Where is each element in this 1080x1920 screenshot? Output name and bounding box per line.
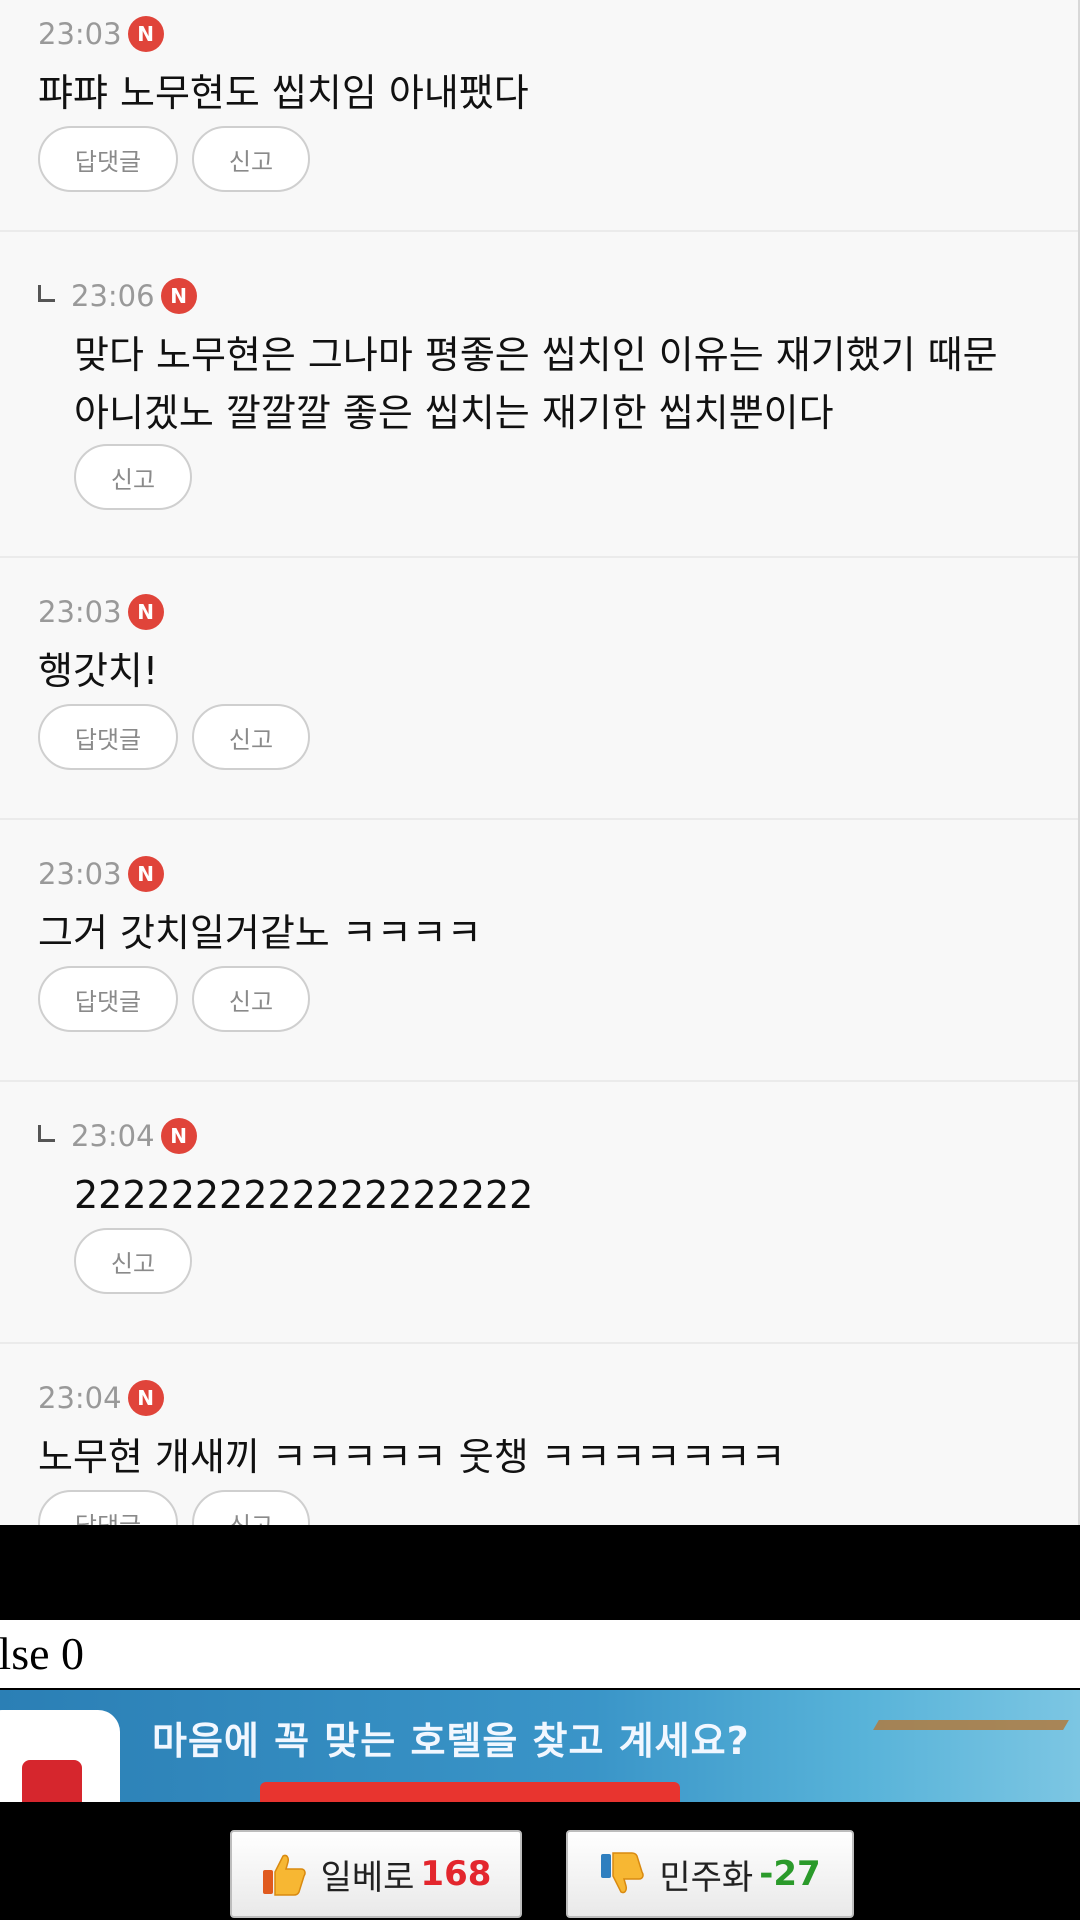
comment-item: 23:04 N 노무현 개새끼 ㅋㅋㅋㅋㅋ 웃챙 ㅋㅋㅋㅋㅋㅋㅋ 답댓글 신고 [0, 1344, 1078, 1525]
reply-button[interactable]: 답댓글 [38, 1490, 178, 1525]
comment-text: 퍄퍄 노무현도 씹치임 아내팼다 [38, 71, 529, 115]
comment-meta: 23:04 N [38, 1378, 164, 1418]
beach-chair-icon [821, 1720, 1069, 1802]
comment-time: 23:03 [38, 595, 122, 629]
downvote-button[interactable]: 민주화 -27 [566, 1830, 854, 1918]
comment-text: 노무현 개새끼 ㅋㅋㅋㅋㅋ 웃챙 ㅋㅋㅋㅋㅋㅋㅋ [38, 1435, 786, 1479]
upvote-label: 일베로 [320, 1857, 415, 1898]
new-badge: N [127, 16, 164, 52]
comment-time: 23:03 [38, 17, 122, 51]
comment-text: 2222222222222222222 [74, 1173, 534, 1217]
upvote-count: 168 [420, 1854, 492, 1894]
comment-actions: 답댓글 신고 [38, 704, 310, 770]
comment-time: 23:04 [38, 1381, 122, 1415]
report-button[interactable]: 신고 [192, 1490, 310, 1525]
vote-bar: 일베로 168 민주화 -27 [0, 1802, 1080, 1920]
comment-time: 23:03 [38, 857, 122, 891]
comment-actions: 답댓글 신고 [38, 1490, 310, 1525]
new-badge: N [160, 278, 197, 314]
new-badge: N [127, 1380, 164, 1416]
reply-button[interactable]: 답댓글 [38, 126, 178, 192]
debug-text-strip: else 0 [0, 1620, 1080, 1688]
new-badge: N [127, 856, 164, 892]
comment-actions: 답댓글 신고 [38, 966, 310, 1032]
comment-text: 행갓치! [38, 649, 159, 693]
comment-item: 23:03 N 그거 갓치일거같노 ㅋㅋㅋㅋ 답댓글 신고 [0, 820, 1078, 1082]
downvote-count: -27 [759, 1854, 821, 1894]
new-badge: N [160, 1118, 197, 1154]
report-button[interactable]: 신고 [192, 126, 310, 192]
comment-meta: 23:06 N [38, 276, 197, 316]
new-badge: N [127, 594, 164, 630]
comment-item: 23:03 N 퍄퍄 노무현도 씹치임 아내팼다 답댓글 신고 [0, 0, 1078, 232]
comment-meta: 23:04 N [38, 1116, 197, 1156]
reply-button[interactable]: 답댓글 [38, 966, 178, 1032]
report-button[interactable]: 신고 [192, 704, 310, 770]
comment-item: 23:04 N 2222222222222222222 신고 [0, 1082, 1078, 1344]
comment-meta: 23:03 N [38, 592, 164, 632]
comment-actions: 신고 [74, 444, 192, 510]
upvote-button[interactable]: 일베로 168 [230, 1830, 522, 1918]
thumbs-down-icon [601, 1852, 645, 1894]
comment-actions: 답댓글 신고 [38, 126, 310, 192]
ad-headline: 마음에 꼭 맞는 호텔을 찾고 계세요? [152, 1719, 750, 1763]
comment-time: 23:06 [71, 279, 155, 313]
comment-list[interactable]: 23:03 N 퍄퍄 노무현도 씹치임 아내팼다 답댓글 신고 23:06 N … [0, 0, 1080, 1525]
reply-arrow-icon [38, 284, 55, 302]
comment-text: 맞다 노무현은 그나마 평좋은 씹치인 이유는 재기했기 때문 아니겠노 깔깔깔… [74, 333, 998, 435]
comment-text: 그거 갓치일거같노 ㅋㅋㅋㅋ [38, 911, 482, 955]
comment-time: 23:04 [71, 1119, 155, 1153]
screen: 23:03 N 퍄퍄 노무현도 씹치임 아내팼다 답댓글 신고 23:06 N … [0, 0, 1080, 1920]
ad-cta-button[interactable] [260, 1782, 680, 1802]
comment-item: 23:03 N 행갓치! 답댓글 신고 [0, 558, 1078, 820]
comment-meta: 23:03 N [38, 854, 164, 894]
hotel-ad-banner[interactable]: 마음에 꼭 맞는 호텔을 찾고 계세요? [0, 1690, 1080, 1802]
comment-meta: 23:03 N [38, 14, 164, 54]
debug-text: else 0 [0, 1628, 85, 1679]
report-button[interactable]: 신고 [74, 1228, 192, 1294]
thumbs-up-icon [262, 1854, 306, 1896]
report-button[interactable]: 신고 [74, 444, 192, 510]
downvote-label: 민주화 [659, 1857, 754, 1898]
hotel-app-logo-icon [0, 1710, 120, 1802]
report-button[interactable]: 신고 [192, 966, 310, 1032]
reply-button[interactable]: 답댓글 [38, 704, 178, 770]
comment-actions: 신고 [74, 1228, 192, 1294]
reply-arrow-icon [38, 1124, 55, 1142]
comment-item: 23:06 N 맞다 노무현은 그나마 평좋은 씹치인 이유는 재기했기 때문 … [0, 232, 1078, 558]
